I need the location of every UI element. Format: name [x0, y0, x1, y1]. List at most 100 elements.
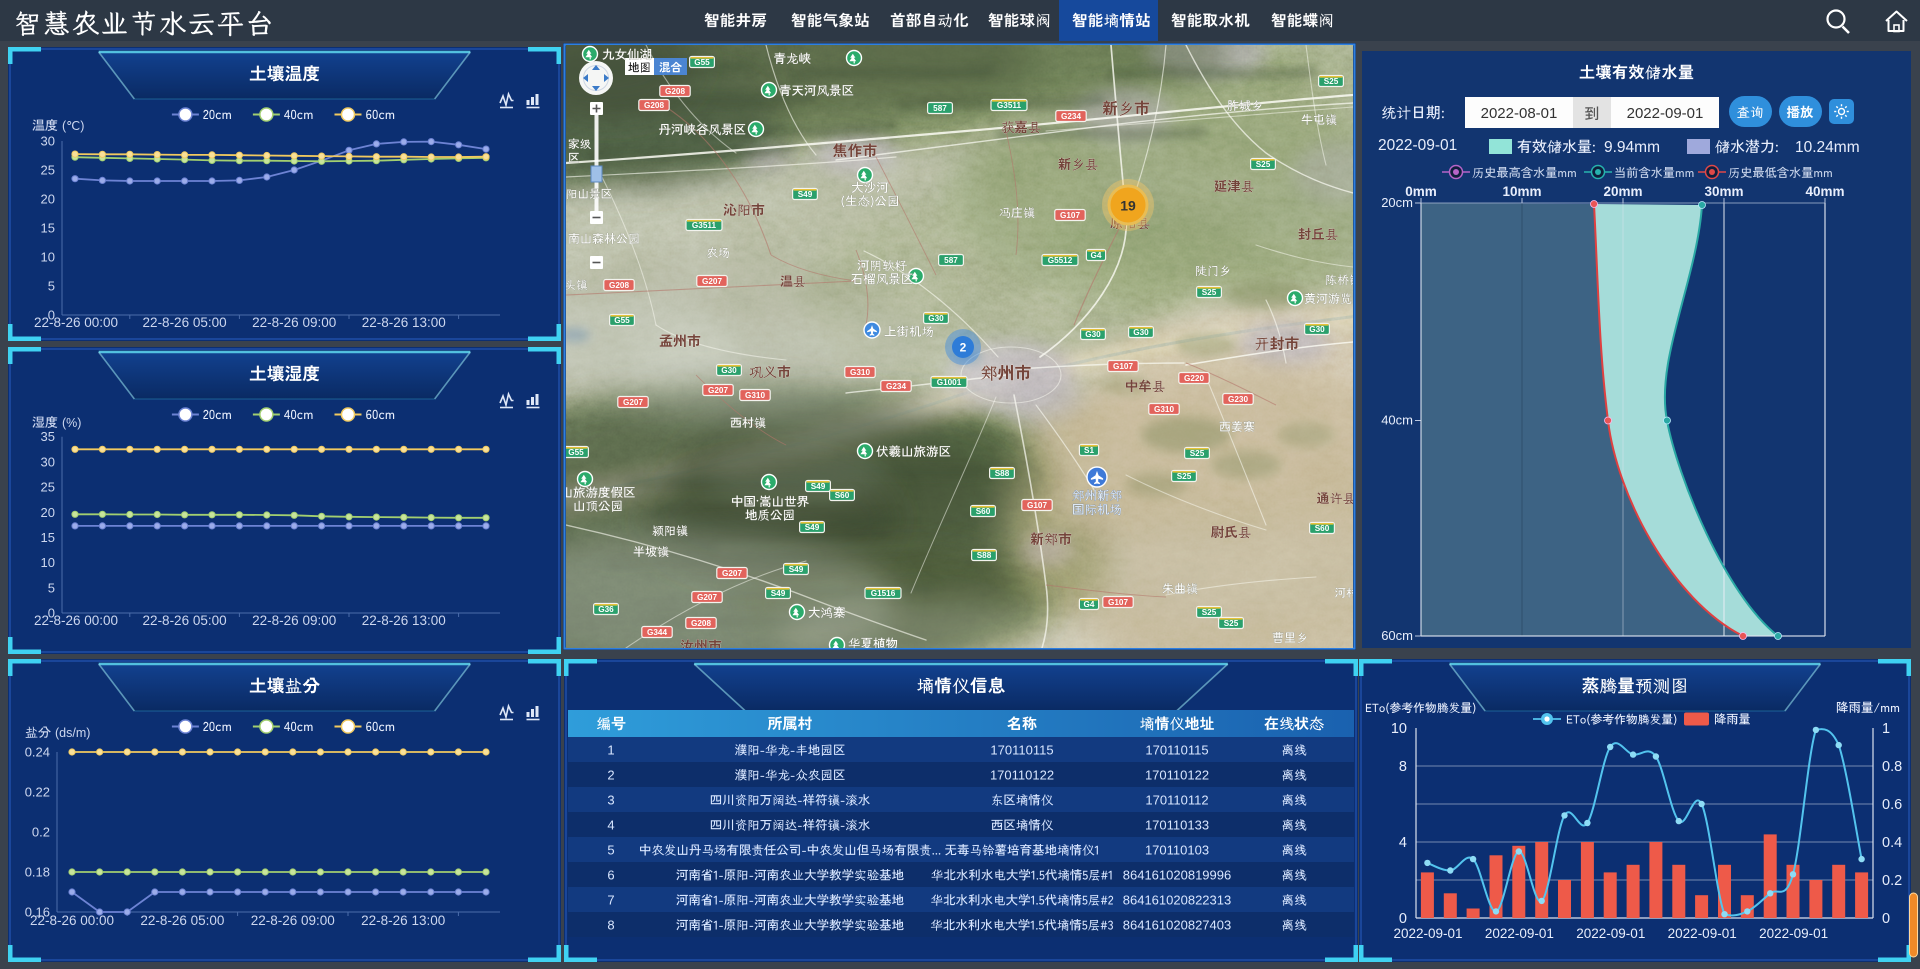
svg-text:22-8-26 13:00: 22-8-26 13:00: [362, 315, 446, 330]
svg-text:G30: G30: [1309, 325, 1325, 334]
svg-text:G30: G30: [1133, 328, 1149, 337]
svg-text:G1516: G1516: [871, 589, 896, 598]
svg-text:S49: S49: [789, 565, 804, 574]
svg-text:22-8-26 13:00: 22-8-26 13:00: [361, 913, 445, 928]
svg-text:2022-09-01: 2022-09-01: [1378, 137, 1457, 154]
svg-text:9.94mm: 9.94mm: [1604, 139, 1660, 156]
svg-text:G207: G207: [722, 569, 742, 578]
svg-text:G107: G107: [1108, 598, 1128, 607]
svg-text:G55: G55: [568, 448, 584, 457]
svg-text:22-8-26 05:00: 22-8-26 05:00: [140, 913, 224, 928]
svg-text:G207: G207: [697, 593, 717, 602]
svg-text:S60: S60: [835, 491, 850, 500]
svg-text:S25: S25: [1224, 619, 1239, 628]
svg-text:0: 0: [1399, 911, 1407, 927]
svg-text:22-8-26 09:00: 22-8-26 09:00: [252, 315, 336, 330]
svg-text:G234: G234: [886, 382, 906, 391]
svg-text:40cm: 40cm: [1381, 413, 1413, 428]
svg-text:5: 5: [607, 843, 614, 858]
svg-text:S49: S49: [811, 482, 826, 491]
svg-text:7: 7: [607, 893, 614, 908]
svg-text:(ds/m): (ds/m): [55, 726, 90, 740]
svg-text:G344: G344: [647, 628, 667, 637]
svg-text:G234: G234: [1061, 112, 1081, 121]
svg-text:22-8-26 09:00: 22-8-26 09:00: [252, 613, 336, 628]
svg-text:22-8-26 05:00: 22-8-26 05:00: [143, 315, 227, 330]
svg-text:G208: G208: [644, 101, 664, 110]
svg-text:1: 1: [607, 743, 614, 758]
svg-text:10mm: 10mm: [1502, 184, 1541, 199]
svg-text:0.22: 0.22: [25, 785, 50, 800]
svg-text:G3511: G3511: [692, 221, 717, 230]
svg-text:22-8-26 13:00: 22-8-26 13:00: [362, 613, 446, 628]
svg-text:587: 587: [933, 104, 947, 113]
svg-text:G5512: G5512: [1048, 256, 1073, 265]
svg-text:0.24: 0.24: [25, 745, 50, 760]
svg-text:20cm: 20cm: [1381, 195, 1413, 210]
svg-text:S25: S25: [1256, 160, 1271, 169]
svg-text:G4: G4: [1084, 600, 1095, 609]
svg-text:G207: G207: [708, 386, 728, 395]
svg-text:170110112: 170110112: [1145, 793, 1208, 808]
svg-text:6: 6: [607, 868, 614, 883]
svg-text:25: 25: [41, 480, 55, 495]
svg-text:2: 2: [607, 768, 614, 783]
svg-text:60cm: 60cm: [1381, 628, 1413, 643]
svg-text:15: 15: [41, 530, 55, 545]
svg-text:G207: G207: [702, 277, 722, 286]
svg-text:22-8-26 00:00: 22-8-26 00:00: [34, 315, 118, 330]
svg-text:22-8-26 09:00: 22-8-26 09:00: [251, 913, 335, 928]
svg-text:8: 8: [1399, 759, 1407, 775]
svg-text:20: 20: [41, 192, 55, 207]
svg-text:22-8-26 05:00: 22-8-26 05:00: [143, 613, 227, 628]
svg-text:3: 3: [607, 793, 614, 808]
svg-text:2022-08-01: 2022-08-01: [1481, 105, 1558, 122]
svg-text:0: 0: [1882, 911, 1890, 927]
svg-text:4: 4: [607, 818, 614, 833]
svg-text:S1: S1: [1084, 446, 1094, 455]
svg-text:2022-09-01: 2022-09-01: [1759, 926, 1828, 941]
svg-text:35: 35: [41, 429, 55, 444]
svg-text:864161020819996: 864161020819996: [1123, 868, 1231, 883]
svg-text:G310: G310: [745, 391, 765, 400]
svg-text:170110122: 170110122: [1145, 768, 1209, 783]
svg-text:15: 15: [41, 221, 55, 236]
svg-text:587: 587: [944, 256, 958, 265]
svg-text:S49: S49: [771, 589, 786, 598]
svg-text:0.6: 0.6: [1882, 797, 1902, 813]
svg-text:G36: G36: [598, 605, 614, 614]
svg-text:S60: S60: [976, 507, 991, 516]
svg-text:G107: G107: [1113, 362, 1133, 371]
svg-text:G230: G230: [1228, 395, 1248, 404]
svg-text:0.2: 0.2: [1882, 873, 1902, 889]
svg-text:G207: G207: [623, 398, 643, 407]
svg-text:22-8-26 00:00: 22-8-26 00:00: [34, 613, 118, 628]
svg-text:G208: G208: [665, 87, 685, 96]
svg-text:S49: S49: [805, 523, 820, 532]
svg-text:30: 30: [41, 134, 55, 149]
svg-text:G107: G107: [1060, 211, 1080, 220]
svg-text:2022-09-01: 2022-09-01: [1393, 926, 1462, 941]
svg-text:5: 5: [48, 580, 55, 595]
svg-text:G310: G310: [850, 368, 870, 377]
svg-text:S60: S60: [1315, 524, 1330, 533]
svg-text:22-8-26 00:00: 22-8-26 00:00: [30, 913, 114, 928]
svg-text:20mm: 20mm: [1603, 184, 1642, 199]
svg-text:G208: G208: [609, 281, 629, 290]
svg-text:170110115: 170110115: [990, 743, 1053, 758]
svg-text:2022-09-01: 2022-09-01: [1485, 926, 1554, 941]
svg-text:10.24mm: 10.24mm: [1795, 139, 1860, 156]
svg-text:170110103: 170110103: [1145, 843, 1209, 858]
svg-text:(%): (%): [62, 416, 81, 430]
svg-text:19: 19: [1120, 198, 1136, 214]
svg-text:G30: G30: [1085, 330, 1101, 339]
svg-text:S25: S25: [1177, 472, 1192, 481]
svg-text:2022-09-01: 2022-09-01: [1576, 926, 1645, 941]
svg-text:0.2: 0.2: [32, 825, 50, 840]
svg-text:5: 5: [48, 279, 55, 294]
svg-text:1: 1: [1882, 721, 1890, 737]
svg-text:10: 10: [1391, 721, 1407, 737]
svg-text:0.18: 0.18: [25, 865, 50, 880]
svg-text:G55: G55: [694, 58, 710, 67]
svg-text:S49: S49: [798, 190, 813, 199]
